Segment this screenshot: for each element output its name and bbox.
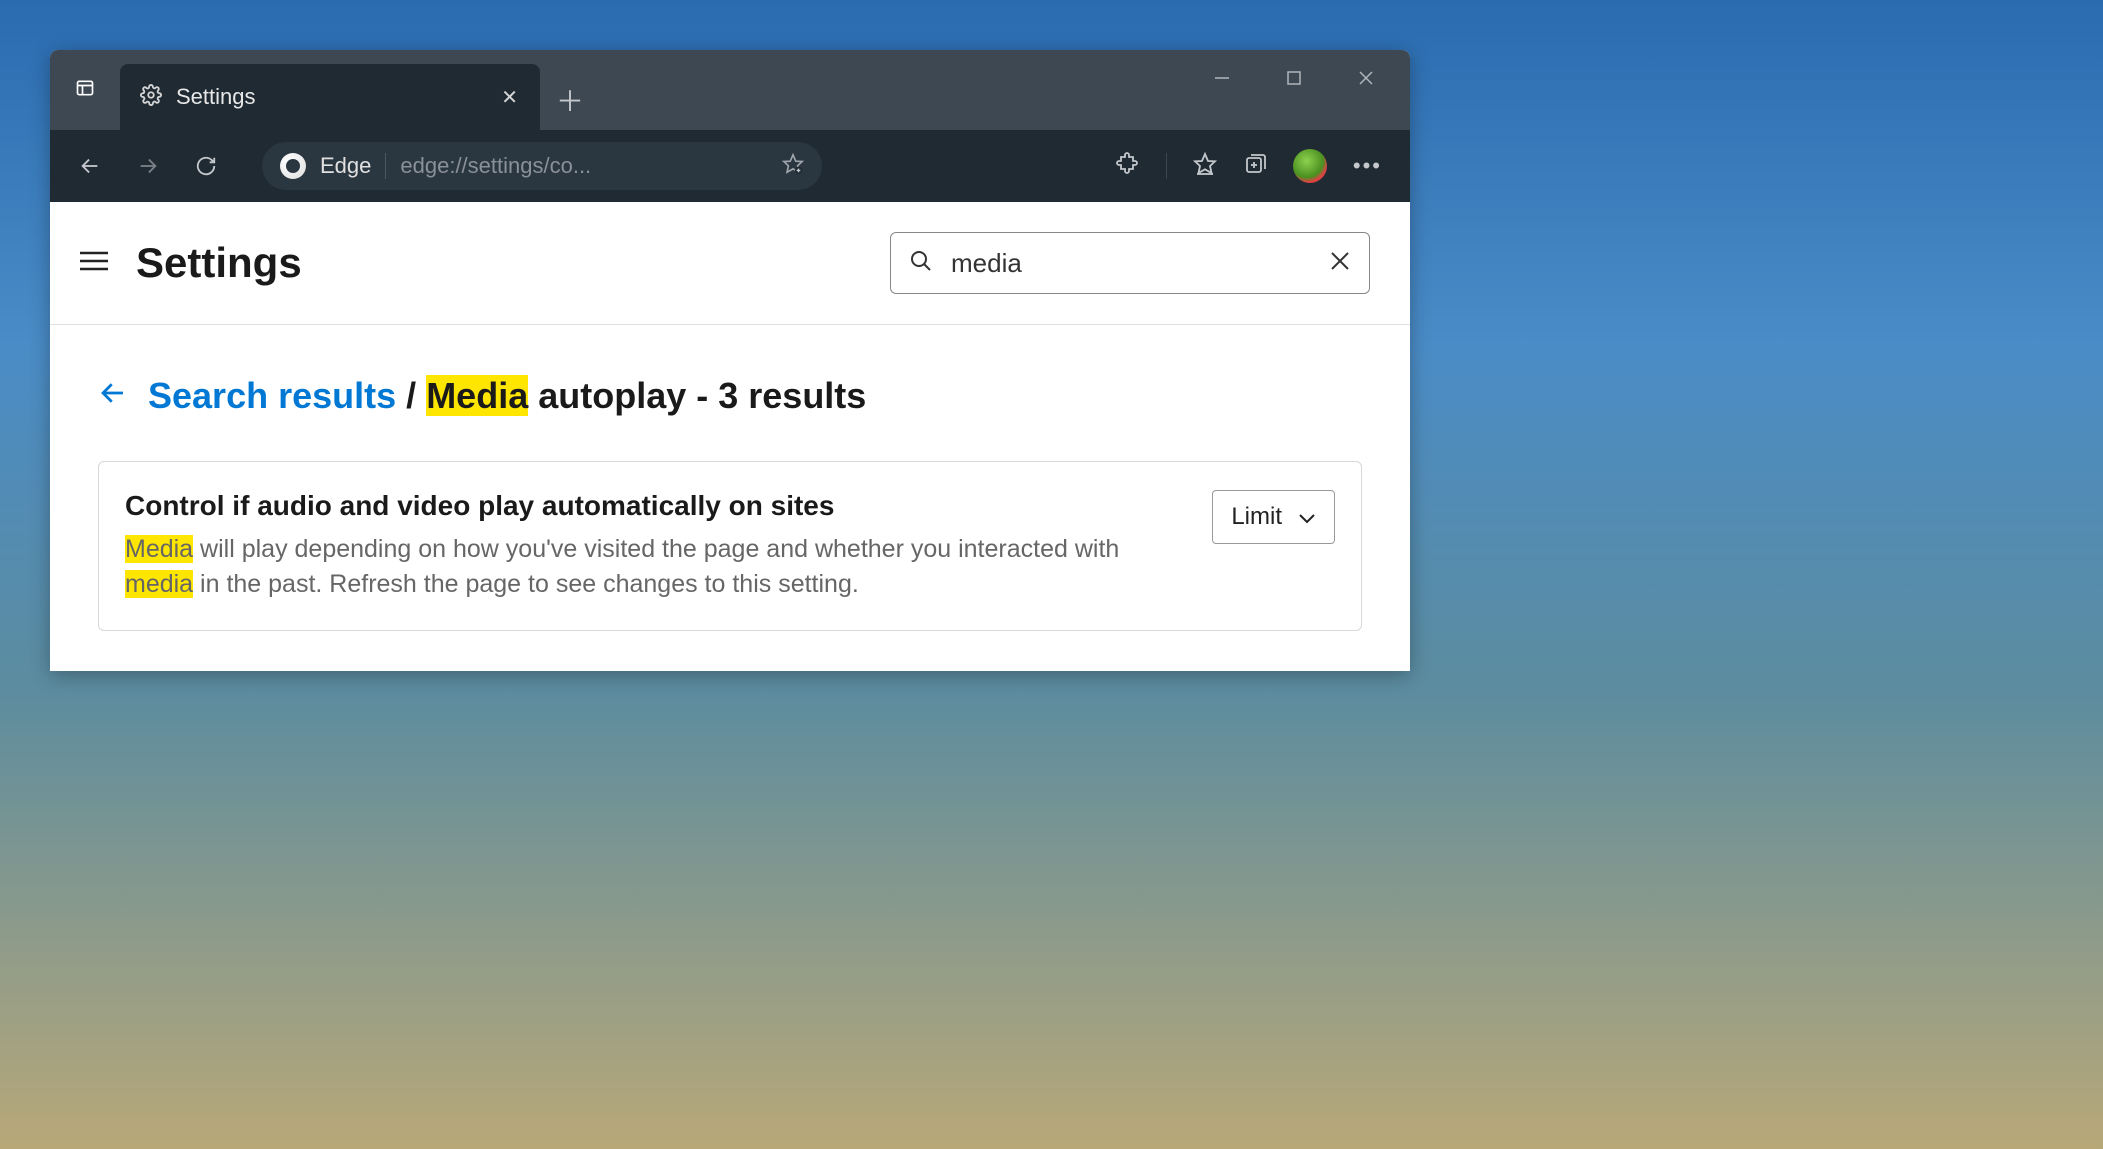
refresh-button[interactable]	[184, 144, 228, 188]
edge-label: Edge	[320, 153, 371, 179]
breadcrumb-back-button[interactable]	[98, 375, 128, 417]
tab-title: Settings	[176, 84, 479, 110]
favorites-icon[interactable]	[1193, 152, 1217, 181]
window-controls	[1186, 50, 1410, 100]
profile-avatar[interactable]	[1293, 149, 1327, 183]
breadcrumb-current: Media autoplay - 3 results	[426, 375, 866, 416]
minimize-button[interactable]	[1186, 56, 1258, 100]
new-tab-button[interactable]: ＋	[540, 70, 600, 130]
forward-button[interactable]	[126, 144, 170, 188]
addressbar-url: edge://settings/co...	[400, 153, 768, 179]
close-window-button[interactable]	[1330, 56, 1402, 100]
addressbar-separator	[385, 153, 386, 179]
settings-header: Settings	[50, 202, 1410, 325]
content: Settings Search results / Media	[50, 202, 1410, 671]
breadcrumb-search-results-link[interactable]: Search results	[148, 375, 396, 416]
result-card: Control if audio and video play automati…	[98, 461, 1362, 631]
result-description: Media will play depending on how you've …	[125, 532, 1182, 602]
page-title: Settings	[136, 239, 862, 287]
autoplay-dropdown[interactable]: Limit	[1212, 490, 1335, 544]
collections-icon[interactable]	[1243, 152, 1267, 181]
more-menu-button[interactable]: •••	[1353, 153, 1382, 179]
tab-close-button[interactable]: ✕	[493, 81, 526, 114]
search-input[interactable]	[951, 248, 1311, 279]
tabstrip-icon	[75, 78, 95, 103]
toolbar-separator	[1166, 153, 1167, 179]
titlebar: Settings ✕ ＋	[50, 50, 1410, 130]
settings-search[interactable]	[890, 232, 1370, 294]
browser-window: Settings ✕ ＋ Edge	[50, 50, 1410, 671]
clear-search-button[interactable]	[1329, 250, 1351, 277]
favorite-icon[interactable]	[782, 153, 804, 180]
tabs: Settings ✕ ＋	[120, 50, 600, 130]
chevron-down-icon	[1298, 503, 1316, 531]
toolbar-right: •••	[1116, 149, 1392, 183]
maximize-button[interactable]	[1258, 56, 1330, 100]
addressbar[interactable]: Edge edge://settings/co...	[262, 142, 822, 190]
back-button[interactable]	[68, 144, 112, 188]
menu-button[interactable]	[80, 250, 108, 277]
toolbar: Edge edge://settings/co... •••	[50, 130, 1410, 202]
breadcrumb: Search results / Media autoplay - 3 resu…	[98, 375, 1362, 417]
results-area: Search results / Media autoplay - 3 resu…	[50, 325, 1410, 671]
edge-icon	[280, 153, 306, 179]
result-title: Control if audio and video play automati…	[125, 490, 1182, 522]
gear-icon	[140, 84, 162, 111]
extensions-icon[interactable]	[1116, 152, 1140, 181]
tab-settings[interactable]: Settings ✕	[120, 64, 540, 130]
search-icon	[909, 249, 933, 278]
result-text: Control if audio and video play automati…	[125, 490, 1182, 602]
tabstrip-button[interactable]	[50, 66, 120, 114]
dropdown-value: Limit	[1231, 503, 1282, 531]
